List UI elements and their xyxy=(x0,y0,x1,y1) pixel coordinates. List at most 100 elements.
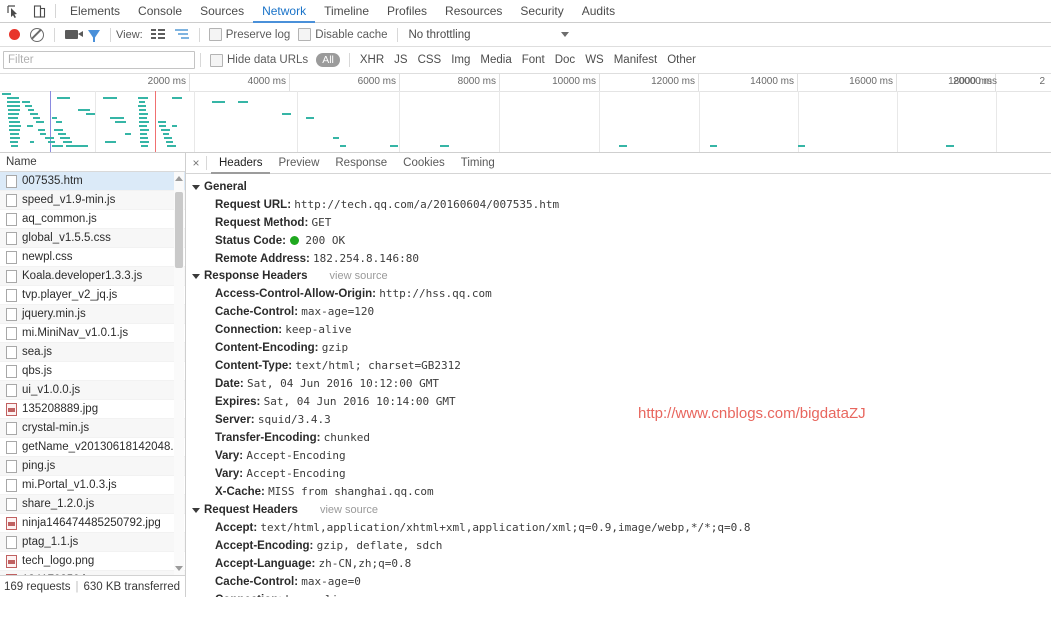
ruler-tick-4000: 4000 ms xyxy=(190,74,290,91)
request-row-2[interactable]: aq_common.js xyxy=(0,210,185,229)
request-row-20[interactable]: tech_logo.png xyxy=(0,552,185,571)
view-list-button[interactable] xyxy=(146,23,170,46)
tab-response[interactable]: Response xyxy=(327,153,395,174)
request-headers-section-header[interactable]: Request Headers view source xyxy=(192,502,1051,519)
filter-type-img[interactable]: Img xyxy=(446,54,475,66)
request-row-16[interactable]: mi.Portal_v1.0.3.js xyxy=(0,476,185,495)
request-row-19[interactable]: ptag_1.1.js xyxy=(0,533,185,552)
tab-resources-label: Resources xyxy=(445,3,503,18)
throttling-select[interactable]: No throttling xyxy=(403,29,579,41)
hide-data-urls-box xyxy=(210,53,223,67)
request-row-0[interactable]: 007535.htm xyxy=(0,172,185,191)
general-section-header[interactable]: General xyxy=(192,179,1051,196)
request-row-1[interactable]: speed_v1.9-min.js xyxy=(0,191,185,210)
filter-type-other[interactable]: Other xyxy=(662,54,701,66)
transferred-size: 630 KB transferred xyxy=(83,580,181,593)
tab-headers[interactable]: Headers xyxy=(211,153,271,174)
tab-console[interactable]: Console xyxy=(129,0,191,23)
filter-toggle-button[interactable] xyxy=(83,23,105,46)
header-row-vary-2: Vary: Accept-Encoding xyxy=(192,465,1051,483)
header-value: Accept-Encoding xyxy=(246,467,346,480)
overview-graph[interactable] xyxy=(0,91,1051,152)
request-name: mi.Portal_v1.0.3.js xyxy=(22,479,117,491)
capture-screenshots-button[interactable] xyxy=(60,23,83,46)
request-row-4[interactable]: newpl.css xyxy=(0,248,185,267)
request-list-pane: Name 007535.htm speed_v1.9-min.js aq_com… xyxy=(0,153,186,597)
close-details-button[interactable]: × xyxy=(186,153,206,173)
request-row-3[interactable]: global_v1.5.5.css xyxy=(0,229,185,248)
control-divider-2 xyxy=(110,27,111,42)
clear-button[interactable] xyxy=(25,23,49,46)
tab-cookies-label: Cookies xyxy=(403,156,445,169)
request-row-21[interactable]: 134170850.jpg xyxy=(0,571,185,575)
request-row-10[interactable]: qbs.js xyxy=(0,362,185,381)
request-list-scrollbar[interactable] xyxy=(174,172,184,575)
scroll-up-arrow-icon[interactable] xyxy=(175,176,183,181)
ruler-tick-2000: 2000 ms xyxy=(0,74,190,91)
header-value: gzip, deflate, sdch xyxy=(316,539,443,552)
filter-type-css[interactable]: CSS xyxy=(413,54,447,66)
script-icon xyxy=(6,326,17,340)
tab-timing[interactable]: Timing xyxy=(453,153,503,174)
network-overview[interactable]: 2000 ms 4000 ms 6000 ms 8000 ms 10000 ms… xyxy=(0,74,1051,153)
tab-elements[interactable]: Elements xyxy=(61,0,129,23)
details-tab-divider xyxy=(206,156,207,170)
request-row-8[interactable]: mi.MiniNav_v1.0.1.js xyxy=(0,324,185,343)
tab-network[interactable]: Network xyxy=(253,0,316,23)
request-row-13[interactable]: crystal-min.js xyxy=(0,419,185,438)
request-name: getName_v20130618142048... xyxy=(22,441,180,453)
header-row-x-cache: X-Cache: MISS from shanghai.qq.com xyxy=(192,483,1051,501)
view-waterfall-button[interactable] xyxy=(170,23,194,46)
script-icon xyxy=(6,288,17,302)
scroll-down-arrow-icon[interactable] xyxy=(175,566,183,571)
header-key: Expires: xyxy=(215,396,261,408)
filter-type-js[interactable]: JS xyxy=(389,54,412,66)
header-value: text/html; charset=GB2312 xyxy=(295,359,461,372)
network-filter-bar: Hide data URLs All XHR JS CSS Img Media … xyxy=(0,47,1051,74)
device-toolbar-icon[interactable] xyxy=(26,0,52,22)
tab-timeline[interactable]: Timeline xyxy=(315,0,378,23)
tab-sources[interactable]: Sources xyxy=(191,0,253,23)
hide-data-urls-checkbox[interactable]: Hide data URLs xyxy=(206,53,312,67)
request-row-18[interactable]: ninja146474485250792.jpg xyxy=(0,514,185,533)
general-section-title: General xyxy=(204,181,247,193)
tab-security[interactable]: Security xyxy=(511,0,572,23)
request-row-12[interactable]: 135208889.jpg xyxy=(0,400,185,419)
disable-cache-checkbox[interactable]: Disable cache xyxy=(294,28,391,41)
filter-type-manifest[interactable]: Manifest xyxy=(609,54,662,66)
filter-type-all[interactable]: All xyxy=(316,53,340,67)
scrollbar-thumb[interactable] xyxy=(175,192,183,268)
tab-cookies[interactable]: Cookies xyxy=(395,153,453,174)
filter-type-doc[interactable]: Doc xyxy=(550,54,580,66)
filter-type-ws[interactable]: WS xyxy=(580,54,609,66)
tab-audits[interactable]: Audits xyxy=(573,0,624,23)
request-list[interactable]: 007535.htm speed_v1.9-min.js aq_common.j… xyxy=(0,172,185,575)
record-button[interactable] xyxy=(4,23,25,46)
request-row-17[interactable]: share_1.2.0.js xyxy=(0,495,185,514)
response-view-source-link[interactable]: view source xyxy=(330,268,388,285)
request-row-7[interactable]: jquery.min.js xyxy=(0,305,185,324)
preserve-log-checkbox[interactable]: Preserve log xyxy=(205,28,295,41)
ruler-tick-14000: 14000 ms xyxy=(699,74,798,91)
filter-type-xhr[interactable]: XHR xyxy=(355,54,389,66)
tab-profiles[interactable]: Profiles xyxy=(378,0,436,23)
disable-cache-label: Disable cache xyxy=(315,28,388,41)
request-row-9[interactable]: sea.js xyxy=(0,343,185,362)
tab-preview[interactable]: Preview xyxy=(270,153,327,174)
inspect-element-icon[interactable] xyxy=(0,0,26,22)
request-row-5[interactable]: Koala.developer1.3.3.js xyxy=(0,267,185,286)
filter-type-font[interactable]: Font xyxy=(517,54,550,66)
tab-resources[interactable]: Resources xyxy=(436,0,511,23)
header-row-transfer-encoding: Transfer-Encoding: chunked xyxy=(192,429,1051,447)
request-view-source-link[interactable]: view source xyxy=(320,502,378,519)
filter-divider-1 xyxy=(200,53,201,67)
request-row-6[interactable]: tvp.player_v2_jq.js xyxy=(0,286,185,305)
request-row-14[interactable]: getName_v20130618142048... xyxy=(0,438,185,457)
response-headers-section-header[interactable]: Response Headers view source xyxy=(192,268,1051,285)
request-row-15[interactable]: ping.js xyxy=(0,457,185,476)
filter-type-media[interactable]: Media xyxy=(475,54,516,66)
filter-input[interactable] xyxy=(3,51,195,69)
request-row-11[interactable]: ui_v1.0.0.js xyxy=(0,381,185,400)
request-name: aq_common.js xyxy=(22,213,97,225)
filter-icon xyxy=(88,30,100,42)
